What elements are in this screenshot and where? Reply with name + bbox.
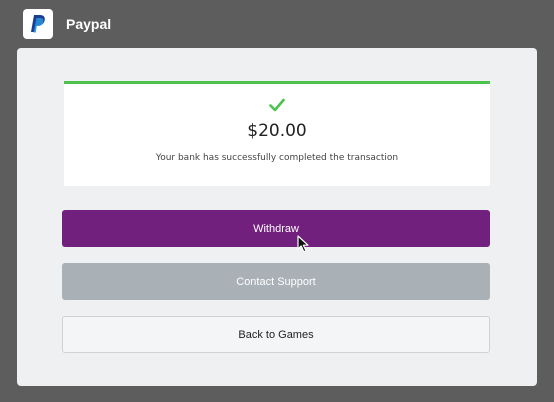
transaction-panel: $20.00 Your bank has successfully comple… xyxy=(17,48,537,386)
withdraw-button-label: Withdraw xyxy=(253,222,299,235)
contact-support-button[interactable]: Contact Support xyxy=(62,263,490,300)
app-header: Paypal xyxy=(23,9,111,39)
back-to-games-button-label: Back to Games xyxy=(238,328,314,341)
back-to-games-button[interactable]: Back to Games xyxy=(62,316,490,353)
status-message: Your bank has successfully completed the… xyxy=(155,153,399,163)
status-card: $20.00 Your bank has successfully comple… xyxy=(64,81,490,186)
withdraw-button[interactable]: Withdraw xyxy=(62,210,490,247)
transaction-amount: $20.00 xyxy=(247,121,307,141)
check-icon xyxy=(269,98,285,112)
contact-support-button-label: Contact Support xyxy=(236,275,316,288)
app-title: Paypal xyxy=(66,16,112,32)
paypal-logo-icon xyxy=(23,9,53,39)
mouse-cursor-icon xyxy=(297,235,309,253)
